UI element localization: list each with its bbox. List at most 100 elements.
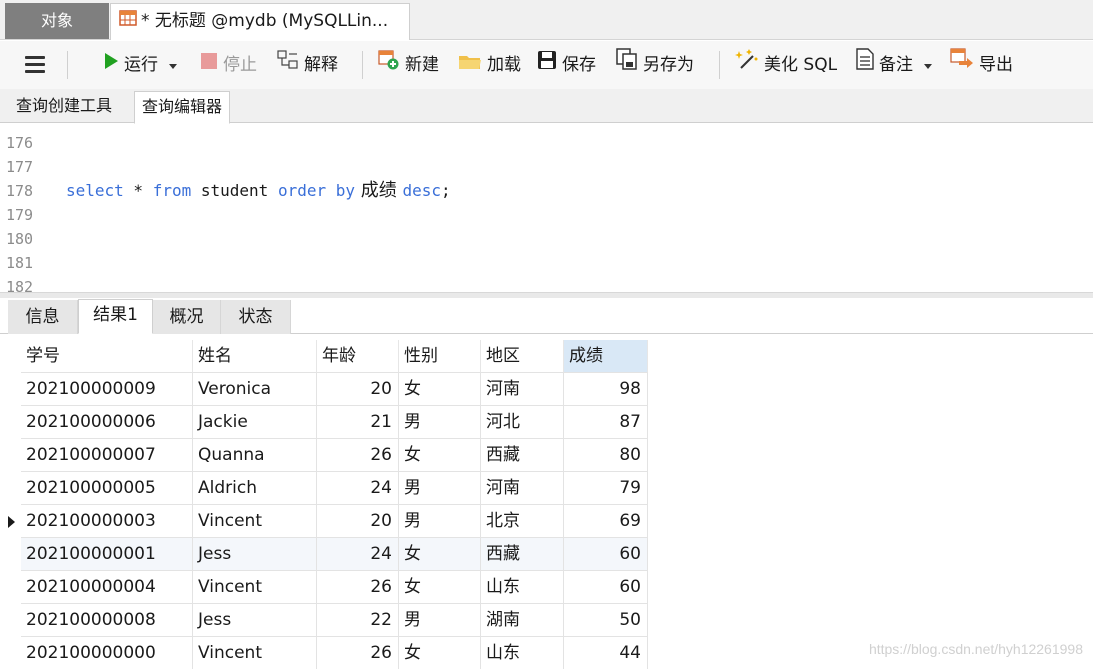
cell-age[interactable]: 26 [317,571,399,604]
cell-name[interactable]: Vincent [193,637,317,669]
cell-student-id[interactable]: 202100000005 [21,472,193,505]
cell-region[interactable]: 西藏 [481,439,564,472]
cell-age[interactable]: 26 [317,439,399,472]
row-indicator[interactable] [0,439,21,472]
cell-name[interactable]: Jess [193,538,317,571]
export-button[interactable]: 导出 [950,41,1013,89]
result-tabs: 信息 结果1 概况 状态 [0,298,1093,334]
tab-objects[interactable]: 对象 [5,3,109,39]
cell-score[interactable]: 44 [564,637,648,669]
cell-gender[interactable]: 女 [399,571,481,604]
cell-gender[interactable]: 男 [399,505,481,538]
cell-name[interactable]: Jess [193,604,317,637]
line-number: 181 [6,254,34,272]
cell-region[interactable]: 北京 [481,505,564,538]
cell-score[interactable]: 60 [564,538,648,571]
row-indicator[interactable] [0,472,21,505]
cell-score[interactable]: 87 [564,406,648,439]
comment-button[interactable]: 备注 [856,41,937,89]
column-header-name[interactable]: 姓名 [193,340,317,373]
column-header-age[interactable]: 年龄 [317,340,399,373]
row-indicator[interactable] [0,604,21,637]
new-button[interactable]: 新建 [378,41,439,89]
column-header-region[interactable]: 地区 [481,340,564,373]
save-button[interactable]: 保存 [537,41,596,89]
cell-gender[interactable]: 女 [399,538,481,571]
cell-name[interactable]: Vincent [193,571,317,604]
cell-score[interactable]: 98 [564,373,648,406]
row-indicator[interactable] [0,406,21,439]
tab-status[interactable]: 状态 [221,300,291,334]
cell-region[interactable]: 山东 [481,571,564,604]
cell-student-id[interactable]: 202100000006 [21,406,193,439]
tab-query-builder[interactable]: 查询创建工具 [9,91,119,123]
cell-student-id[interactable]: 202100000004 [21,571,193,604]
comment-dropdown-icon[interactable] [924,41,933,89]
cell-name[interactable]: Aldrich [193,472,317,505]
cell-student-id[interactable]: 202100000008 [21,604,193,637]
cell-student-id[interactable]: 202100000009 [21,373,193,406]
cell-gender[interactable]: 女 [399,373,481,406]
tab-query-editor[interactable]: 查询编辑器 [134,91,231,124]
tab-info[interactable]: 信息 [8,300,78,334]
tab-untitled-query[interactable]: * 无标题 @mydb (MySQLLin... [110,3,410,40]
row-indicator[interactable] [0,538,21,571]
save-as-icon [616,41,638,89]
run-button[interactable]: 运行 [103,41,182,89]
cell-region[interactable]: 山东 [481,637,564,669]
row-indicator[interactable] [0,505,21,538]
cell-name[interactable]: Jackie [193,406,317,439]
stop-button[interactable]: 停止 [200,41,257,89]
cell-score[interactable]: 80 [564,439,648,472]
tab-result1[interactable]: 结果1 [78,299,153,334]
cell-region[interactable]: 河南 [481,472,564,505]
explain-button[interactable]: 解释 [277,41,338,89]
cell-region[interactable]: 河南 [481,373,564,406]
cell-name[interactable]: Vincent [193,505,317,538]
cell-name[interactable]: Veronica [193,373,317,406]
hamburger-menu-icon[interactable] [25,56,45,74]
row-indicator[interactable] [0,571,21,604]
cell-region[interactable]: 西藏 [481,538,564,571]
cell-age[interactable]: 20 [317,505,399,538]
cell-age[interactable]: 24 [317,538,399,571]
cell-student-id[interactable]: 202100000000 [21,637,193,669]
cell-region[interactable]: 湖南 [481,604,564,637]
run-dropdown-icon[interactable] [169,41,178,89]
row-indicator[interactable] [0,637,21,669]
cell-student-id[interactable]: 202100000003 [21,505,193,538]
cell-student-id[interactable]: 202100000001 [21,538,193,571]
column-header-score[interactable]: 成绩 [564,340,648,373]
cell-gender[interactable]: 男 [399,604,481,637]
code-column-name: 成绩 [355,180,403,201]
cell-gender[interactable]: 女 [399,439,481,472]
cell-score[interactable]: 69 [564,505,648,538]
cell-age[interactable]: 21 [317,406,399,439]
cell-gender[interactable]: 男 [399,472,481,505]
save-as-button[interactable]: 另存为 [616,41,694,89]
cell-score[interactable]: 50 [564,604,648,637]
sql-code-line[interactable]: select * from student order by 成绩 desc; [66,179,451,203]
cell-gender[interactable]: 男 [399,406,481,439]
cell-score[interactable]: 79 [564,472,648,505]
row-indicator[interactable] [0,373,21,406]
export-icon [950,41,974,89]
cell-gender[interactable]: 女 [399,637,481,669]
cell-score[interactable]: 60 [564,571,648,604]
beautify-sql-button[interactable]: 美化 SQL [735,41,837,89]
line-number: 176 [6,134,34,152]
cell-age[interactable]: 24 [317,472,399,505]
cell-age[interactable]: 22 [317,604,399,637]
keyword-from: from [152,181,192,200]
cell-region[interactable]: 河北 [481,406,564,439]
watermark: https://blog.csdn.net/hyh12261998 [868,641,1083,657]
load-button[interactable]: 加载 [458,41,521,89]
cell-age[interactable]: 26 [317,637,399,669]
tab-profile[interactable]: 概况 [153,300,221,334]
cell-age[interactable]: 20 [317,373,399,406]
sql-editor[interactable]: 176 177 178 179 180 181 182 select * fro… [0,124,1093,292]
cell-student-id[interactable]: 202100000007 [21,439,193,472]
column-header-gender[interactable]: 性别 [399,340,481,373]
cell-name[interactable]: Quanna [193,439,317,472]
column-header-student-id[interactable]: 学号 [21,340,193,373]
